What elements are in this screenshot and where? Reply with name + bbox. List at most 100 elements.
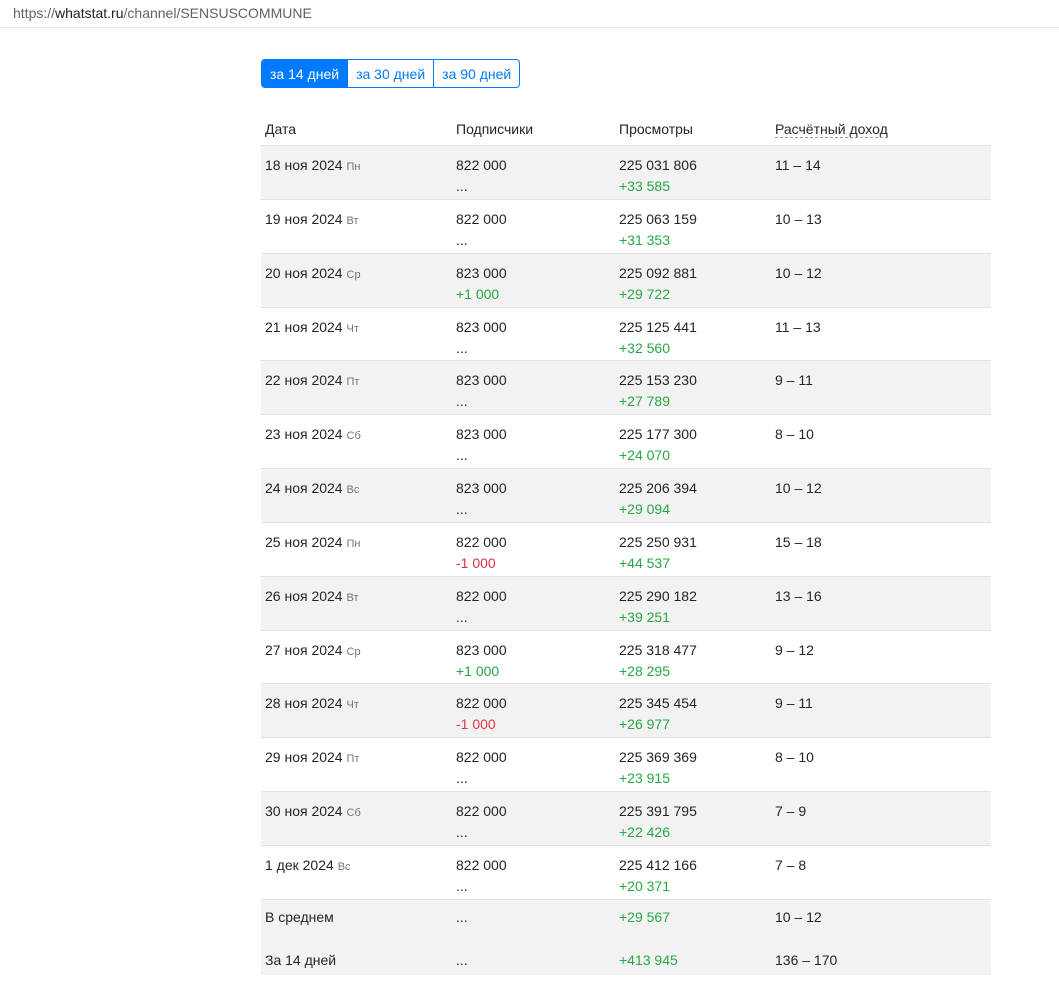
views-cell: 225 412 166 +20 371 [615,846,771,899]
date-text: 20 ноя 2024 [265,264,343,281]
views-cell: 225 063 159 +31 353 [615,200,771,253]
views-value: 225 290 182 [619,587,697,604]
subscribers-delta: ... [456,339,468,356]
income-cell: 10 – 12 [775,264,822,281]
date-cell: 19 ноя 2024 Вт [261,200,452,253]
weekday-text: Пн [346,537,361,550]
weekday-text: Вс [346,484,360,497]
period-90-days-button[interactable]: за 90 дней [433,59,521,88]
views-cell: 225 369 369 +23 915 [615,738,771,791]
subscribers-delta: ... [456,770,468,787]
views-value: 225 153 230 [619,372,697,389]
date-text: 28 ноя 2024 [265,695,343,712]
date-cell: 27 ноя 2024 Ср [261,631,452,684]
views-cell: 225 206 394 +29 094 [615,469,771,522]
date-text: 21 ноя 2024 [265,318,343,335]
income-cell: 9 – 11 [775,695,813,712]
table-header: Дата Подписчики Просмотры Расчётный дохо… [261,113,991,146]
total-row: За 14 дней ... +413 945 136 – 170 [261,942,991,975]
header-income-cell: Расчётный доход [771,113,991,145]
subscribers-value: 823 000 [456,641,507,658]
address-bar[interactable]: https://whatstat.ru/channel/SENSUSCOMMUN… [0,0,1059,28]
subscribers-cell: 823 000... [452,469,615,522]
views-cell: 225 153 230 +27 789 [615,361,771,414]
subscribers-cell: 822 000... [452,200,615,253]
income-cell: 7 – 9 [775,803,807,820]
views-cell: 225 125 441 +32 560 [615,308,771,361]
date-cell: 30 ноя 2024 Сб [261,792,452,845]
views-cell: 225 318 477 +28 295 [615,631,771,684]
period-30-days-button[interactable]: за 30 дней [347,59,435,88]
views-delta: +20 371 [619,877,670,894]
total-income: 136 – 170 [775,951,838,968]
date-cell: 18 ноя 2024 Пн [261,146,452,199]
subscribers-delta: ... [456,608,468,625]
views-delta: +39 251 [619,608,670,625]
views-delta: +32 560 [619,339,670,356]
table-row: 25 ноя 2024 Пн 822 000 -1 000 225 250 931 +4… [261,523,991,577]
subscribers-delta: ... [456,877,468,894]
subscribers-cell: 822 000... [452,577,615,630]
table-row: 29 ноя 2024 Пт 822 000... 225 369 369 +23 9… [261,738,991,793]
table-row: 26 ноя 2024 Вт 822 000... 225 290 182 +39 2… [261,576,991,631]
total-views: +413 945 [619,951,678,968]
url-scheme: https:// [13,5,56,21]
total-label: За 14 дней [265,951,337,968]
subscribers-delta: ... [456,447,468,464]
date-text: 24 ноя 2024 [265,480,343,497]
views-cell: 225 290 182 +39 251 [615,577,771,630]
weekday-text: Вт [346,591,359,604]
subscribers-value: 822 000 [456,533,507,550]
income-cell: 11 – 13 [775,318,821,335]
address-url[interactable]: https://whatstat.ru/channel/SENSUSCOMMUN… [13,5,312,21]
table-row: 27 ноя 2024 Ср 823 000 +1 000 225 318 477 +2… [261,631,991,685]
subscribers-delta: ... [456,231,468,248]
date-cell: 25 ноя 2024 Пн [261,523,452,576]
subscribers-delta: ... [456,501,468,518]
date-text: 26 ноя 2024 [265,587,343,604]
views-delta: +31 353 [619,231,670,248]
weekday-text: Ср [346,268,361,281]
subscribers-cell: 822 000... [452,146,615,199]
weekday-text: Ср [346,645,361,658]
date-text: 18 ноя 2024 [265,157,343,173]
header-income[interactable]: Расчётный доход [775,121,888,138]
subscribers-delta: -1 000 [456,716,496,733]
date-cell: 29 ноя 2024 Пт [261,738,452,791]
period-switcher: за 14 дней за 30 дней за 90 дней [261,59,521,88]
subscribers-cell: 822 000... [452,738,615,791]
average-views: +29 567 [619,908,670,925]
views-value: 225 092 881 [619,264,697,281]
date-text: 22 ноя 2024 [265,372,343,389]
header-views: Просмотры [619,121,693,137]
subscribers-cell: 822 000... [452,846,615,899]
views-value: 225 206 394 [619,480,697,497]
subscribers-delta: ... [456,393,468,410]
table-row: 30 ноя 2024 Сб 822 000... 225 391 795 +22 4… [261,792,991,846]
url-path: /channel/SENSUSCOMMUNE [123,5,312,21]
period-14-days-button[interactable]: за 14 дней [261,59,349,88]
subscribers-cell: 822 000 -1 000 [452,684,615,737]
subscribers-value: 823 000 [456,372,507,389]
date-text: 27 ноя 2024 [265,641,343,658]
date-text: 30 ноя 2024 [265,803,343,820]
views-cell: 225 345 454 +26 977 [615,684,771,737]
table-row: 22 ноя 2024 Пт 823 000... 225 153 230 +27 7… [261,361,991,416]
subscribers-value: 822 000 [456,803,507,820]
subscribers-value: 822 000 [456,695,507,712]
average-row: В среднем ... +29 567 10 – 12 [261,899,991,943]
subscribers-cell: 823 000... [452,361,615,414]
income-cell: 9 – 11 [775,372,813,389]
views-delta: +27 789 [619,393,670,410]
views-value: 225 063 159 [619,210,697,227]
subscribers-value: 823 000 [456,318,507,335]
subscribers-delta: ... [456,824,468,841]
subscribers-value: 822 000 [456,587,507,604]
header-subscribers: Подписчики [456,121,534,137]
subscribers-delta: +1 000 [456,285,500,302]
total-subs: ... [456,951,468,968]
weekday-text: Вт [346,214,359,227]
views-delta: +26 977 [619,716,670,733]
date-cell: 1 дек 2024 Вс [261,846,452,899]
subscribers-delta: -1 000 [456,554,496,571]
